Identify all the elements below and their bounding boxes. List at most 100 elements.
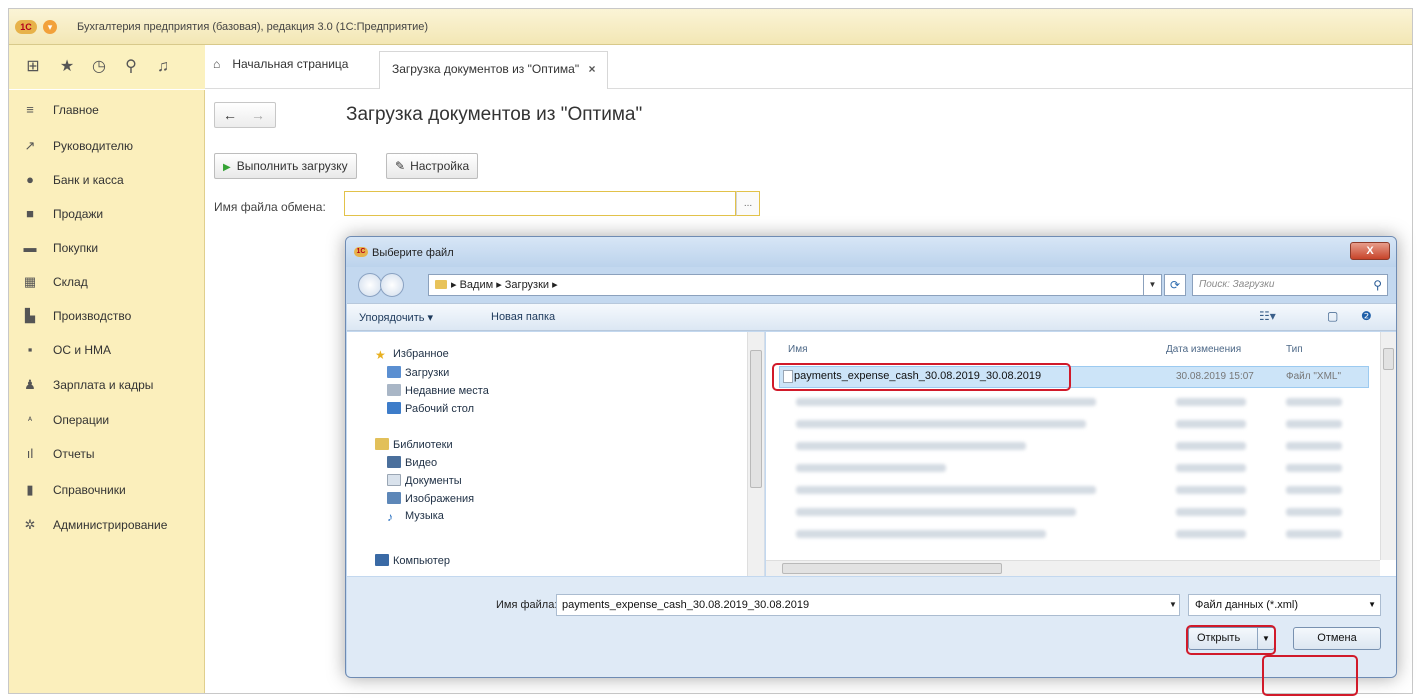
sidebar-item-manager[interactable]: ↗ Руководителю <box>9 136 205 156</box>
tree-item-documents[interactable]: Документы <box>387 474 462 487</box>
back-arrow-icon[interactable]: ← <box>223 107 237 123</box>
blurred-file-row <box>796 420 1086 428</box>
cancel-button[interactable]: Отмена <box>1293 627 1381 650</box>
sidebar-item-sales[interactable]: ■ Продажи <box>9 204 205 224</box>
blurred-file-row <box>796 508 1076 516</box>
forward-arrow-icon[interactable]: → <box>251 107 265 123</box>
blurred-file-row <box>1286 398 1342 406</box>
tree-computer[interactable]: Компьютер <box>375 554 450 567</box>
address-dropdown-icon[interactable]: ▼ <box>1144 274 1162 296</box>
file-type-select[interactable]: Файл данных (*.xml) ▼ <box>1188 594 1381 616</box>
exchange-file-input[interactable] <box>344 191 736 216</box>
tree-item-video[interactable]: Видео <box>387 456 437 469</box>
breadcrumb[interactable]: ▸ Вадим ▸ Загрузки ▸ <box>428 274 1144 296</box>
refresh-icon[interactable]: ⟳ <box>1164 274 1186 296</box>
libraries-icon <box>375 438 389 450</box>
tree-item-images[interactable]: Изображения <box>387 492 474 505</box>
tree-item-desktop[interactable]: Рабочий стол <box>387 402 474 415</box>
sidebar-item-purchases[interactable]: ▬ Покупки <box>9 238 205 258</box>
menu-lines-icon: ≡ <box>26 102 34 117</box>
wrench-icon: ✎ <box>395 159 406 173</box>
search-icon[interactable]: ⚲ <box>1373 275 1382 295</box>
bell-icon[interactable]: ♫ <box>153 57 173 77</box>
command-bar: Упорядочить ▾ Новая папка ☷▾ ▢ ❷ <box>347 303 1396 331</box>
apps-grid-icon[interactable]: ⊞ <box>23 57 43 77</box>
column-name[interactable]: Имя <box>788 344 807 355</box>
new-folder-button[interactable]: Новая папка <box>491 311 555 323</box>
page-title: Загрузка документов из "Оптима" <box>346 104 643 125</box>
navigation-pane: ★ Избранное Загрузки Недавние места Рабоч… <box>347 332 765 576</box>
scroll-thumb[interactable] <box>750 350 762 488</box>
toolbar-icon-group: ⊞ ★ ◷ ⚲ ♫ <box>9 45 205 89</box>
tree-item-music[interactable]: ♪ Музыка <box>387 510 444 524</box>
blurred-file-row <box>1176 398 1246 406</box>
help-icon[interactable]: ❷ <box>1361 309 1372 323</box>
star-icon: ★ <box>375 348 386 362</box>
sidebar-item-assets[interactable]: ▪ ОС и НМА <box>9 340 205 360</box>
file-list-hscrollbar[interactable] <box>766 560 1380 576</box>
sidebar-item-operations[interactable]: ᴬ Операции <box>9 410 205 430</box>
sidebar-item-salary[interactable]: ♟ Зарплата и кадры <box>9 375 205 395</box>
blurred-file-row <box>796 530 1046 538</box>
sidebar-item-reports[interactable]: ıl Отчеты <box>9 444 205 464</box>
selected-file-type: Файл "XML" <box>1286 371 1342 382</box>
blurred-file-row <box>1286 486 1342 494</box>
dialog-title: Выберите файл <box>372 247 454 259</box>
address-row: ▸ Вадим ▸ Загрузки ▸ ▼ ⟳ Поиск: Загрузки… <box>346 267 1396 303</box>
tree-item-downloads[interactable]: Загрузки <box>387 366 449 379</box>
sidebar-item-bank[interactable]: ● Банк и касса <box>9 170 205 190</box>
sidebar-item-directories[interactable]: ▮ Справочники <box>9 480 205 500</box>
preview-pane-icon[interactable]: ▢ <box>1327 309 1338 323</box>
home-tab-label: Начальная страница <box>232 57 349 71</box>
search-icon[interactable]: ⚲ <box>121 57 141 77</box>
top-toolbar: ⊞ ★ ◷ ⚲ ♫ ⌂ Начальная страница Загрузка … <box>9 45 1412 89</box>
cart-icon: ▬ <box>23 240 37 255</box>
blurred-file-row <box>796 398 1096 406</box>
blurred-file-row <box>796 442 1026 450</box>
selected-file-name[interactable]: payments_expense_cash_30.08.2019_30.08.2… <box>794 370 1041 382</box>
blurred-file-row <box>1176 442 1246 450</box>
scroll-thumb[interactable] <box>1383 348 1394 370</box>
organize-button[interactable]: Упорядочить ▾ <box>359 311 433 324</box>
sidebar-item-production[interactable]: ▙ Производство <box>9 306 205 326</box>
sales-icon: ■ <box>26 206 34 221</box>
file-open-dialog: 1С Выберите файл X ▸ Вадим ▸ Загрузки ▸ … <box>345 236 1397 678</box>
bar-chart-icon: ıl <box>26 446 34 461</box>
video-icon <box>387 456 401 468</box>
star-icon[interactable]: ★ <box>57 57 77 77</box>
sidebar-item-warehouse[interactable]: ▦ Склад <box>9 272 205 292</box>
file-list-scrollbar[interactable] <box>1380 332 1396 560</box>
forward-circle-icon[interactable] <box>380 273 404 297</box>
column-type[interactable]: Тип <box>1286 344 1303 355</box>
view-options-icon[interactable]: ☷▾ <box>1259 309 1276 323</box>
file-name-dropdown-icon[interactable]: ▼ <box>1167 594 1179 616</box>
tree-item-recent[interactable]: Недавние места <box>387 384 489 397</box>
search-input[interactable]: Поиск: Загрузки ⚲ <box>1192 274 1388 296</box>
blurred-file-row <box>1176 530 1246 538</box>
open-button[interactable]: Открыть ▼ <box>1188 627 1275 650</box>
run-import-button[interactable]: ▶ Выполнить загрузку <box>214 153 357 179</box>
scroll-thumb[interactable] <box>782 563 1002 574</box>
blurred-file-row <box>1286 530 1342 538</box>
main-menu-icon[interactable]: ▾ <box>43 20 57 34</box>
tree-favorites[interactable]: ★ Избранное <box>375 348 449 362</box>
sidebar-item-main[interactable]: ≡ Главное <box>9 100 205 120</box>
dialog-logo: 1С <box>354 247 368 257</box>
trend-chart-icon: ↗ <box>24 138 36 153</box>
choose-file-button[interactable]: ... <box>736 191 760 216</box>
nav-pane-scrollbar[interactable] <box>747 332 764 576</box>
sidebar-item-admin[interactable]: ✲ Администрирование <box>9 515 205 535</box>
tab-optima-import[interactable]: Загрузка документов из "Оптима" × <box>379 51 609 89</box>
open-options-dropdown-icon[interactable]: ▼ <box>1257 628 1274 649</box>
back-circle-icon[interactable] <box>358 273 382 297</box>
tab-label: Загрузка документов из "Оптима" <box>392 62 580 76</box>
close-icon[interactable]: X <box>1350 242 1390 260</box>
settings-button[interactable]: ✎ Настройка <box>386 153 479 179</box>
history-icon[interactable]: ◷ <box>89 57 109 77</box>
close-tab-icon[interactable]: × <box>588 62 595 76</box>
tree-libraries[interactable]: Библиотеки <box>375 438 453 451</box>
column-date[interactable]: Дата изменения <box>1166 344 1241 355</box>
blurred-file-row <box>1286 442 1342 450</box>
home-tab[interactable]: ⌂ Начальная страница <box>213 57 348 79</box>
file-name-field[interactable]: payments_expense_cash_30.08.2019_30.08.2… <box>556 594 1180 616</box>
